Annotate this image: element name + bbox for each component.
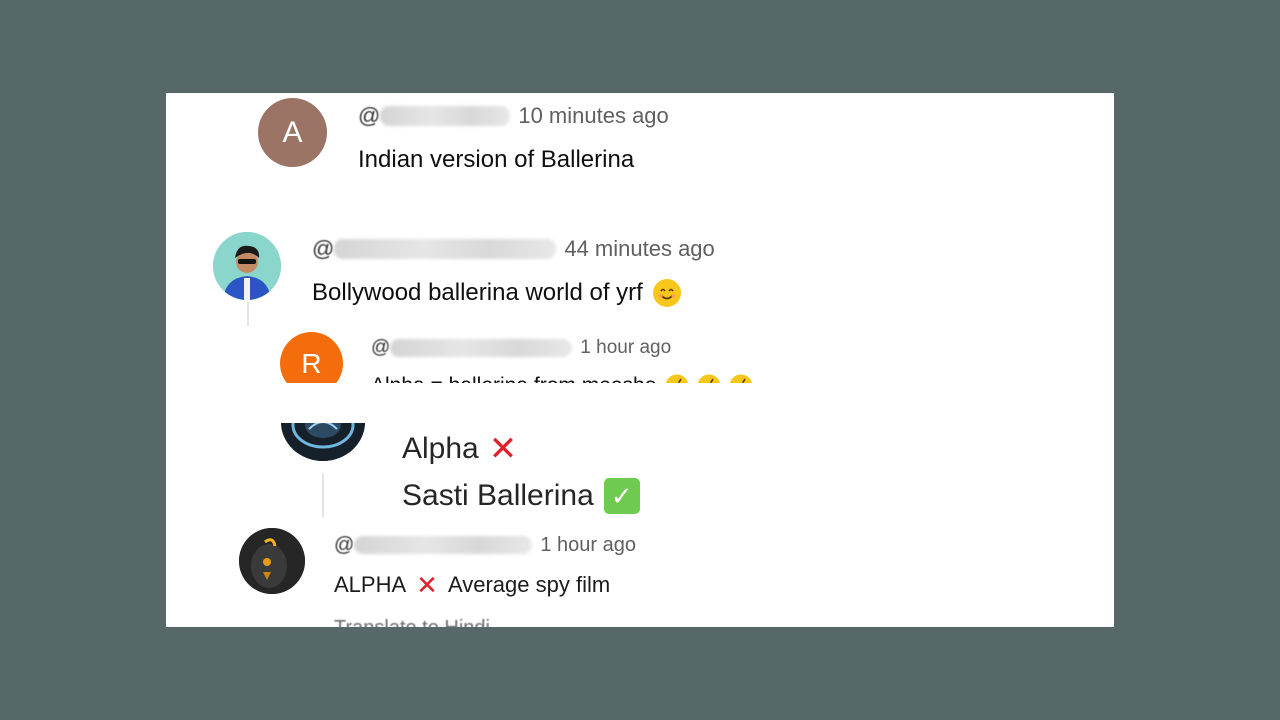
- comment-5-header: @ 1 hour ago: [334, 533, 636, 557]
- at-symbol: @: [312, 236, 335, 261]
- comment-2-header: @ 44 minutes ago: [312, 236, 715, 262]
- smiling-face-icon: [652, 279, 681, 307]
- comment-time: 10 minutes ago: [518, 103, 669, 128]
- comment-2-body: Bollywood ballerina world of yrf: [312, 279, 643, 306]
- cross-mark-icon: ✕: [488, 430, 518, 468]
- avatar-photo-man[interactable]: [213, 232, 281, 300]
- thread-line: [247, 302, 249, 326]
- comment-1-header: @ 10 minutes ago: [358, 103, 669, 129]
- comment-5-text-alpha: ALPHA: [334, 572, 407, 597]
- avatar-a[interactable]: A: [258, 98, 327, 167]
- comment-time: 1 hour ago: [540, 533, 636, 556]
- at-symbol: @: [334, 533, 355, 556]
- comment-4-text-alpha: Alpha: [402, 432, 479, 465]
- avatar-letter: R: [301, 347, 322, 379]
- person-avatar-icon: [213, 232, 281, 300]
- check-mark-icon: ✓: [603, 478, 640, 514]
- avatar-dark-character[interactable]: [239, 528, 305, 594]
- blurred-username[interactable]: [380, 106, 511, 126]
- comment-5-text-average: Average spy film: [447, 572, 611, 597]
- at-symbol: @: [358, 103, 381, 128]
- blurred-username[interactable]: [334, 239, 557, 259]
- blurred-username[interactable]: [354, 536, 533, 554]
- comment-4-text-sasti: Sasti Ballerina: [402, 479, 594, 512]
- comment-4-line2: Sasti Ballerina ✓: [402, 477, 640, 515]
- comment-3-header: @ 1 hour ago: [371, 336, 671, 360]
- comment-1-text: Indian version of Ballerina: [358, 146, 635, 173]
- comment-5-text: ALPHA ✕ Average spy film: [334, 570, 610, 600]
- cross-mark-icon: ✕: [416, 569, 438, 600]
- avatar-letter: A: [282, 115, 303, 149]
- at-symbol: @: [371, 337, 391, 358]
- comment-2-text: Bollywood ballerina world of yrf: [312, 278, 681, 308]
- character-avatar-icon: [239, 528, 305, 594]
- comment-time: 44 minutes ago: [564, 236, 715, 261]
- comment-4-line1: Alpha ✕: [402, 430, 518, 468]
- comment-time: 1 hour ago: [580, 337, 672, 358]
- thread-line: [322, 473, 324, 517]
- blurred-username[interactable]: [390, 339, 573, 357]
- translate-link[interactable]: Translate to Hindi: [334, 613, 490, 628]
- comments-panel: A @ 10 minutes ago Indian version of Bal…: [166, 93, 1114, 627]
